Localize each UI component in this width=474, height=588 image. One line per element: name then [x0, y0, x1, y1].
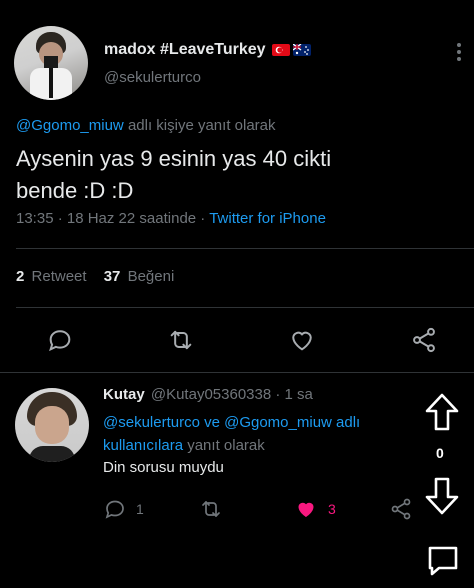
- reply-comment-button[interactable]: 1: [103, 497, 144, 521]
- retweet-label[interactable]: Retweet: [32, 268, 87, 285]
- reply-context: @sekulerturco ve @Ggomo_miuw adlı kullan…: [103, 411, 360, 457]
- reply-context-suffix: yanıt olarak: [187, 437, 265, 454]
- reply-avatar[interactable]: [15, 388, 89, 462]
- up-arrow-icon[interactable]: [423, 392, 461, 432]
- main-tweet-line-1: Aysenin yas 9 esinin yas 40 cikti: [16, 146, 332, 171]
- more-vert-icon[interactable]: [452, 40, 466, 64]
- reply-like-count: 3: [328, 501, 336, 517]
- reply-handle-time[interactable]: @Kutay05360338 · 1 sa: [151, 386, 313, 403]
- comment-icon[interactable]: [103, 497, 127, 521]
- main-timestamp-row: 13:35 · 18 Haz 22 saatinde · Twitter for…: [16, 210, 326, 227]
- divider: [0, 372, 474, 373]
- heart-icon[interactable]: [288, 326, 316, 354]
- reply-display-name[interactable]: Kutay: [103, 386, 145, 403]
- reply-context-users-2[interactable]: kullanıcılara: [103, 437, 183, 454]
- main-timestamp[interactable]: 13:35 · 18 Haz 22 saatinde ·: [16, 210, 205, 227]
- main-reply-context: @Ggomo_miuw adlı kişiye yanıt olarak: [16, 117, 276, 134]
- chat-bubble-icon[interactable]: [425, 543, 461, 579]
- main-avatar[interactable]: [14, 26, 88, 100]
- retweet-icon[interactable]: [166, 326, 196, 354]
- comment-icon[interactable]: [46, 326, 74, 354]
- main-source[interactable]: Twitter for iPhone: [209, 210, 326, 227]
- share-icon[interactable]: [389, 497, 413, 521]
- heart-icon[interactable]: [294, 497, 318, 521]
- divider: [16, 248, 474, 249]
- reply-header: Kutay @Kutay05360338 · 1 sa: [103, 386, 313, 403]
- reply-text: Din sorusu muydu: [103, 459, 224, 476]
- australia-flag-icon: [292, 44, 311, 56]
- main-name-row: madox #LeaveTurkey: [104, 41, 311, 59]
- share-icon[interactable]: [410, 326, 438, 354]
- main-handle[interactable]: @sekulerturco: [104, 69, 201, 86]
- main-stats-row: 2 Retweet 37 Beğeni: [16, 268, 174, 285]
- main-display-name[interactable]: madox #LeaveTurkey: [104, 41, 266, 59]
- down-arrow-icon[interactable]: [423, 476, 461, 516]
- like-label[interactable]: Beğeni: [128, 268, 175, 285]
- main-tweet-text: Aysenin yas 9 esinin yas 40 cikti bende …: [16, 143, 331, 207]
- reply-like-button[interactable]: 3: [294, 497, 336, 521]
- vote-score: 0: [436, 445, 444, 461]
- reply-context-users[interactable]: @sekulerturco ve @Ggomo_miuw adlı: [103, 411, 360, 434]
- retweet-icon[interactable]: [198, 497, 224, 521]
- like-count[interactable]: 37: [104, 268, 121, 285]
- retweet-count[interactable]: 2: [16, 268, 24, 285]
- reply-comment-count: 1: [136, 501, 144, 517]
- reply-to-user-link[interactable]: @Ggomo_miuw: [16, 117, 124, 134]
- divider: [16, 307, 474, 308]
- reply-suffix: adlı kişiye yanıt olarak: [127, 117, 276, 134]
- turkey-flag-icon: [271, 44, 290, 56]
- main-tweet-line-2: bende :D :D: [16, 178, 134, 203]
